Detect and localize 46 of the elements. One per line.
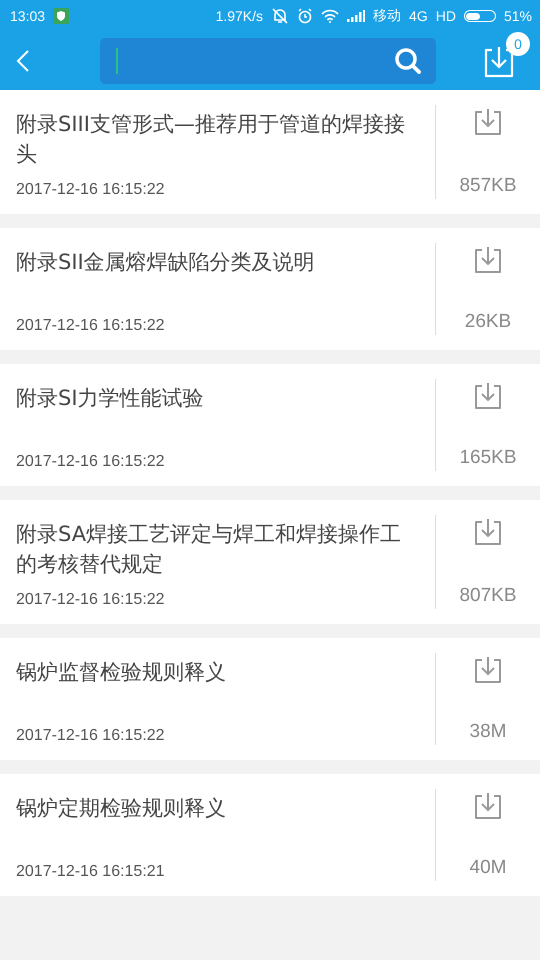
file-title: 附录SA焊接工艺评定与焊工和焊接操作工的考核替代规定 [16, 521, 402, 578]
download-icon[interactable] [473, 517, 503, 547]
download-icon[interactable] [473, 655, 503, 685]
battery-percent: 51% [504, 8, 532, 24]
search-icon[interactable] [394, 47, 422, 75]
network-type: 4G [409, 8, 428, 24]
file-size: 165KB [459, 447, 517, 469]
search-field[interactable] [100, 38, 436, 84]
file-size: 38M [470, 721, 506, 743]
carrier-name: 移动 [373, 7, 402, 25]
signal-icon [347, 10, 366, 22]
file-size: 857KB [459, 175, 517, 197]
file-item[interactable]: 附录SII金属熔焊缺陷分类及说明 2017-12-16 16:15:22 26KB [0, 228, 540, 350]
download-icon[interactable] [473, 107, 503, 137]
shield-icon [53, 8, 70, 24]
file-title: 锅炉定期检验规则释义 [16, 795, 227, 822]
file-size: 807KB [459, 585, 517, 607]
file-title: 附录SIII支管形式—推荐用于管道的焊接接头 [16, 111, 406, 168]
muted-bell-icon [271, 7, 290, 25]
file-date: 2017-12-16 16:15:21 [16, 863, 166, 881]
file-title: 附录SII金属熔焊缺陷分类及说明 [16, 249, 316, 276]
file-date: 2017-12-16 16:15:22 [16, 453, 166, 471]
file-size: 40M [470, 857, 506, 879]
wifi-icon [321, 9, 340, 23]
file-item[interactable]: 附录SIII支管形式—推荐用于管道的焊接接头 2017-12-16 16:15:22 857KB [0, 90, 540, 214]
file-item[interactable]: 锅炉监督检验规则释义 2017-12-16 16:15:22 38M [0, 638, 540, 760]
file-date: 2017-12-16 16:15:22 [16, 181, 166, 199]
file-date: 2017-12-16 16:15:22 [16, 591, 166, 609]
file-date: 2017-12-16 16:15:22 [16, 727, 166, 745]
alarm-icon [297, 8, 314, 24]
file-title: 锅炉监督检验规则释义 [16, 659, 227, 686]
network-speed: 1.97K/s [216, 8, 264, 24]
file-item[interactable]: 附录SA焊接工艺评定与焊工和焊接操作工的考核替代规定 2017-12-16 16:15:22 807KB [0, 500, 540, 624]
file-title: 附录SI力学性能试验 [16, 385, 205, 412]
clock: 13:03 [10, 8, 46, 24]
download-icon[interactable] [473, 381, 503, 411]
file-item[interactable]: 附录SI力学性能试验 2017-12-16 16:15:22 165KB [0, 364, 540, 486]
download-count-badge: 0 [506, 32, 530, 56]
battery-icon [464, 10, 496, 22]
hd-label: HD [436, 8, 456, 24]
download-icon[interactable] [473, 245, 503, 275]
download-icon[interactable] [473, 791, 503, 821]
file-date: 2017-12-16 16:15:22 [16, 317, 166, 335]
file-item[interactable]: 锅炉定期检验规则释义 2017-12-16 16:15:21 40M [0, 774, 540, 896]
download-icon[interactable] [482, 44, 516, 78]
file-size: 26KB [464, 311, 512, 333]
